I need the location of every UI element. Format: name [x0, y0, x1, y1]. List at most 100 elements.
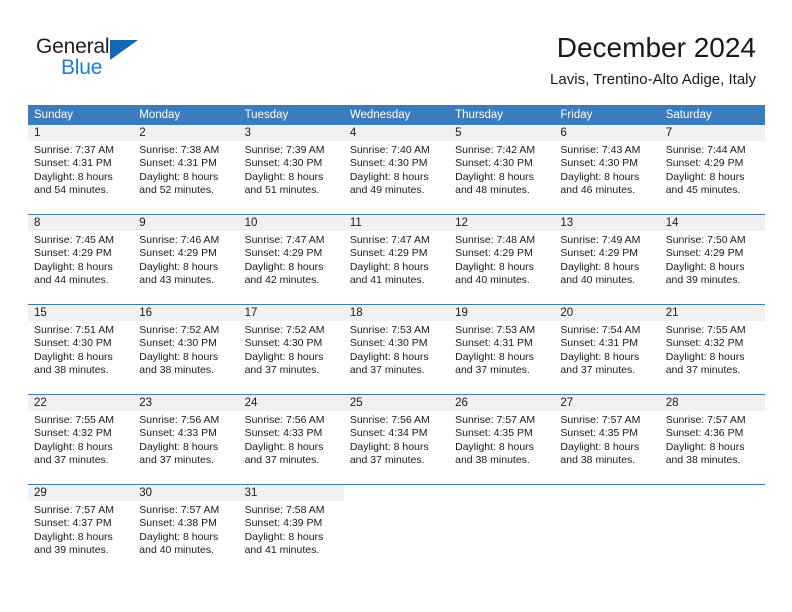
day-number: 10	[238, 215, 344, 231]
daylight-text-line1: Daylight: 8 hours	[349, 260, 429, 273]
daylight-text-line2: and 54 minutes.	[34, 184, 109, 197]
sunrise-text: Sunrise: 7:45 AM	[34, 234, 114, 246]
calendar-day-cell[interactable]: 23 Sunrise: 7:56 AM Sunset: 4:33 PM Dayl…	[133, 395, 239, 484]
calendar-day-cell[interactable]: 24 Sunrise: 7:56 AM Sunset: 4:33 PM Dayl…	[238, 395, 344, 484]
sunrise-text: Sunrise: 7:52 AM	[139, 324, 220, 336]
page-subtitle: Lavis, Trentino-Alto Adige, Italy	[550, 71, 756, 88]
daylight-text-line1: Daylight: 8 hours	[244, 350, 324, 363]
calendar-grid: Sunday Monday Tuesday Wednesday Thursday…	[28, 105, 765, 574]
calendar-day-cell[interactable]: 15 Sunrise: 7:51 AM Sunset: 4:30 PM Dayl…	[28, 305, 134, 394]
page-header: General Blue December 2024 Lavis, Trenti…	[0, 0, 792, 100]
sunrise-text: Sunrise: 7:43 AM	[560, 144, 641, 156]
daylight-text-line2: and 37 minutes.	[139, 454, 214, 467]
sunset-text: Sunset: 4:29 PM	[349, 247, 428, 260]
sunrise-text: Sunrise: 7:57 AM	[455, 414, 536, 426]
calendar-day-cell[interactable]: 25 Sunrise: 7:56 AM Sunset: 4:34 PM Dayl…	[343, 395, 450, 484]
sunrise-text: Sunrise: 7:47 AM	[244, 234, 325, 246]
day-details: Sunrise: 7:52 AM Sunset: 4:30 PM Dayligh…	[133, 321, 238, 378]
sunset-text: Sunset: 4:34 PM	[349, 427, 428, 440]
day-number: 6	[554, 125, 660, 141]
day-details: Sunrise: 7:39 AM Sunset: 4:30 PM Dayligh…	[239, 141, 344, 198]
calendar-day-cell[interactable]: 1 Sunrise: 7:37 AM Sunset: 4:31 PM Dayli…	[28, 125, 134, 214]
calendar-day-cell[interactable]: 6 Sunrise: 7:43 AM Sunset: 4:30 PM Dayli…	[554, 125, 660, 214]
day-number: 17	[238, 305, 344, 321]
day-number: 25	[343, 395, 450, 411]
sunrise-text: Sunrise: 7:53 AM	[349, 324, 430, 336]
daylight-text-line1: Daylight: 8 hours	[455, 440, 534, 453]
daylight-text-line2: and 41 minutes.	[349, 274, 425, 287]
calendar-day-cell[interactable]: 16 Sunrise: 7:52 AM Sunset: 4:30 PM Dayl…	[133, 305, 239, 394]
sunset-text: Sunset: 4:30 PM	[560, 157, 639, 170]
sunset-text: Sunset: 4:30 PM	[455, 157, 533, 170]
calendar-day-cell[interactable]: 27 Sunrise: 7:57 AM Sunset: 4:35 PM Dayl…	[554, 395, 660, 484]
daylight-text-line2: and 46 minutes.	[560, 184, 636, 197]
calendar-day-cell[interactable]: 3 Sunrise: 7:39 AM Sunset: 4:30 PM Dayli…	[238, 125, 344, 214]
calendar-day-cell[interactable]: 10 Sunrise: 7:47 AM Sunset: 4:29 PM Dayl…	[238, 215, 344, 304]
sunrise-text: Sunrise: 7:44 AM	[665, 144, 746, 156]
calendar-day-cell-empty	[344, 485, 449, 574]
day-details: Sunrise: 7:57 AM Sunset: 4:35 PM Dayligh…	[449, 411, 554, 468]
daylight-text-line2: and 41 minutes.	[244, 544, 320, 557]
daylight-text-line1: Daylight: 8 hours	[455, 350, 534, 363]
calendar-day-cell[interactable]: 2 Sunrise: 7:38 AM Sunset: 4:31 PM Dayli…	[133, 125, 239, 214]
calendar-day-cell[interactable]: 21 Sunrise: 7:55 AM Sunset: 4:32 PM Dayl…	[659, 305, 765, 394]
daylight-text-line2: and 37 minutes.	[349, 364, 425, 377]
daylight-text-line1: Daylight: 8 hours	[560, 440, 640, 453]
calendar-day-cell[interactable]: 29 Sunrise: 7:57 AM Sunset: 4:37 PM Dayl…	[28, 485, 134, 574]
daylight-text-line1: Daylight: 8 hours	[665, 170, 745, 183]
calendar-day-cell-empty	[554, 485, 659, 574]
day-details: Sunrise: 7:47 AM Sunset: 4:29 PM Dayligh…	[344, 231, 449, 288]
day-details: Sunrise: 7:47 AM Sunset: 4:29 PM Dayligh…	[239, 231, 344, 288]
calendar-day-cell[interactable]: 13 Sunrise: 7:49 AM Sunset: 4:29 PM Dayl…	[554, 215, 660, 304]
day-number	[660, 485, 765, 501]
day-number: 3	[238, 125, 344, 141]
sunrise-text: Sunrise: 7:51 AM	[34, 324, 114, 336]
day-number: 30	[133, 485, 239, 501]
calendar-day-cell[interactable]: 18 Sunrise: 7:53 AM Sunset: 4:30 PM Dayl…	[343, 305, 450, 394]
day-details: Sunrise: 7:53 AM Sunset: 4:30 PM Dayligh…	[344, 321, 449, 378]
daylight-text-line1: Daylight: 8 hours	[34, 530, 113, 543]
calendar-day-cell[interactable]: 4 Sunrise: 7:40 AM Sunset: 4:30 PM Dayli…	[343, 125, 450, 214]
daylight-text-line1: Daylight: 8 hours	[560, 260, 640, 273]
sunrise-text: Sunrise: 7:56 AM	[349, 414, 430, 426]
daylight-text-line1: Daylight: 8 hours	[665, 350, 745, 363]
calendar-day-cell[interactable]: 5 Sunrise: 7:42 AM Sunset: 4:30 PM Dayli…	[449, 125, 555, 214]
day-number: 5	[449, 125, 555, 141]
sunset-text: Sunset: 4:30 PM	[244, 157, 323, 170]
calendar-day-cell[interactable]: 17 Sunrise: 7:52 AM Sunset: 4:30 PM Dayl…	[238, 305, 344, 394]
day-details: Sunrise: 7:52 AM Sunset: 4:30 PM Dayligh…	[239, 321, 344, 378]
calendar-day-cell[interactable]: 20 Sunrise: 7:54 AM Sunset: 4:31 PM Dayl…	[554, 305, 660, 394]
daylight-text-line1: Daylight: 8 hours	[139, 260, 219, 273]
calendar-day-cell[interactable]: 7 Sunrise: 7:44 AM Sunset: 4:29 PM Dayli…	[659, 125, 765, 214]
logo-triangle-icon	[110, 40, 138, 60]
calendar-day-cell[interactable]: 12 Sunrise: 7:48 AM Sunset: 4:29 PM Dayl…	[449, 215, 555, 304]
calendar-day-cell[interactable]: 28 Sunrise: 7:57 AM Sunset: 4:36 PM Dayl…	[659, 395, 765, 484]
calendar-day-cell[interactable]: 14 Sunrise: 7:50 AM Sunset: 4:29 PM Dayl…	[659, 215, 765, 304]
sunset-text: Sunset: 4:29 PM	[244, 247, 323, 260]
calendar-day-cell[interactable]: 26 Sunrise: 7:57 AM Sunset: 4:35 PM Dayl…	[449, 395, 555, 484]
sunrise-text: Sunrise: 7:38 AM	[139, 144, 220, 156]
calendar-day-cell[interactable]: 19 Sunrise: 7:53 AM Sunset: 4:31 PM Dayl…	[449, 305, 555, 394]
day-details: Sunrise: 7:38 AM Sunset: 4:31 PM Dayligh…	[133, 141, 238, 198]
sunset-text: Sunset: 4:33 PM	[244, 427, 323, 440]
calendar-day-cell[interactable]: 9 Sunrise: 7:46 AM Sunset: 4:29 PM Dayli…	[133, 215, 239, 304]
day-number: 19	[449, 305, 555, 321]
day-details: Sunrise: 7:45 AM Sunset: 4:29 PM Dayligh…	[28, 231, 133, 288]
sunrise-text: Sunrise: 7:39 AM	[244, 144, 325, 156]
calendar-day-cell[interactable]: 31 Sunrise: 7:58 AM Sunset: 4:39 PM Dayl…	[238, 485, 344, 574]
calendar-day-cell[interactable]: 11 Sunrise: 7:47 AM Sunset: 4:29 PM Dayl…	[343, 215, 450, 304]
daylight-text-line1: Daylight: 8 hours	[244, 260, 324, 273]
daylight-text-line2: and 38 minutes.	[139, 364, 214, 377]
sunset-text: Sunset: 4:39 PM	[244, 517, 323, 530]
day-details: Sunrise: 7:49 AM Sunset: 4:29 PM Dayligh…	[554, 231, 659, 288]
daylight-text-line1: Daylight: 8 hours	[244, 440, 324, 453]
calendar-day-cell[interactable]: 22 Sunrise: 7:55 AM Sunset: 4:32 PM Dayl…	[28, 395, 134, 484]
sunrise-text: Sunrise: 7:46 AM	[139, 234, 220, 246]
daylight-text-line1: Daylight: 8 hours	[34, 350, 113, 363]
calendar-day-cell[interactable]: 8 Sunrise: 7:45 AM Sunset: 4:29 PM Dayli…	[28, 215, 134, 304]
daylight-text-line2: and 39 minutes.	[34, 544, 109, 557]
day-number: 16	[133, 305, 239, 321]
day-number: 20	[554, 305, 660, 321]
sunrise-text: Sunrise: 7:52 AM	[244, 324, 325, 336]
calendar-day-cell[interactable]: 30 Sunrise: 7:57 AM Sunset: 4:38 PM Dayl…	[133, 485, 239, 574]
